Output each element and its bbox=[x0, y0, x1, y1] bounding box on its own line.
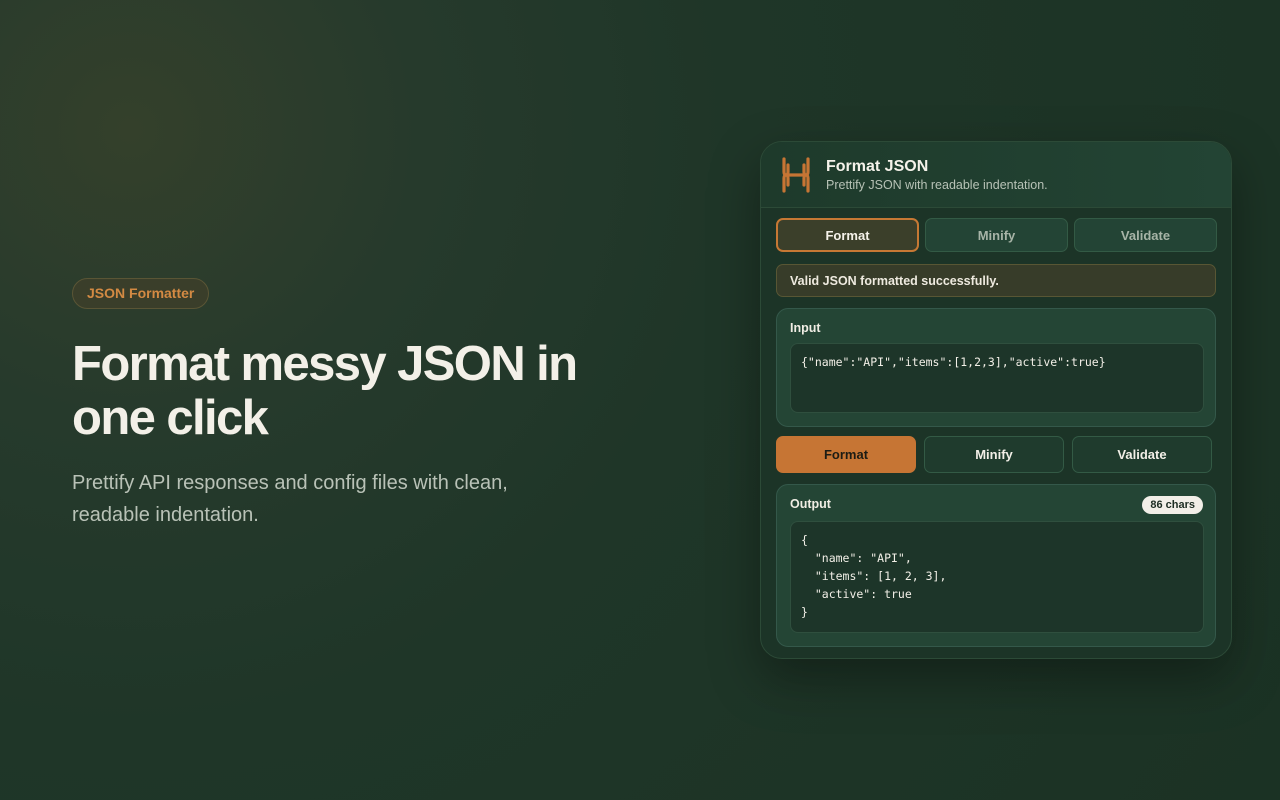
tab-minify[interactable]: Minify bbox=[925, 218, 1068, 252]
minify-button[interactable]: Minify bbox=[924, 436, 1064, 473]
card-header: Format JSON Prettify JSON with readable … bbox=[761, 142, 1231, 208]
card-title: Format JSON bbox=[826, 157, 929, 175]
hero-section: JSON Formatter Format messy JSON in one … bbox=[72, 278, 632, 531]
char-count-badge: 86 chars bbox=[1142, 496, 1203, 514]
hero-description: Prettify API responses and config files … bbox=[72, 472, 508, 526]
input-label: Input bbox=[790, 321, 821, 335]
input-panel: Input {"name":"API","items":[1,2,3],"act… bbox=[776, 308, 1216, 427]
tab-validate[interactable]: Validate bbox=[1074, 218, 1217, 252]
mode-tabs: Format Minify Validate bbox=[776, 218, 1217, 252]
json-input-field[interactable]: {"name":"API","items":[1,2,3],"active":t… bbox=[790, 343, 1204, 413]
json-formatter-card: Format JSON Prettify JSON with readable … bbox=[760, 141, 1232, 659]
hero-headline: Format messy JSON in one click bbox=[72, 337, 578, 445]
json-output-field[interactable]: { "name": "API", "items": [1, 2, 3], "ac… bbox=[790, 521, 1204, 633]
category-badge: JSON Formatter bbox=[72, 278, 210, 309]
action-buttons: Format Minify Validate bbox=[776, 436, 1212, 473]
validate-button[interactable]: Validate bbox=[1072, 436, 1212, 473]
format-button[interactable]: Format bbox=[776, 436, 916, 473]
status-message: Valid JSON formatted successfully. bbox=[776, 264, 1216, 297]
h-letter-logo-icon bbox=[782, 156, 810, 193]
output-panel: Output 86 chars { "name": "API", "items"… bbox=[776, 484, 1216, 647]
output-label: Output bbox=[790, 497, 831, 511]
tab-format[interactable]: Format bbox=[776, 218, 919, 252]
card-subtitle: Prettify JSON with readable indentation. bbox=[826, 177, 1048, 192]
